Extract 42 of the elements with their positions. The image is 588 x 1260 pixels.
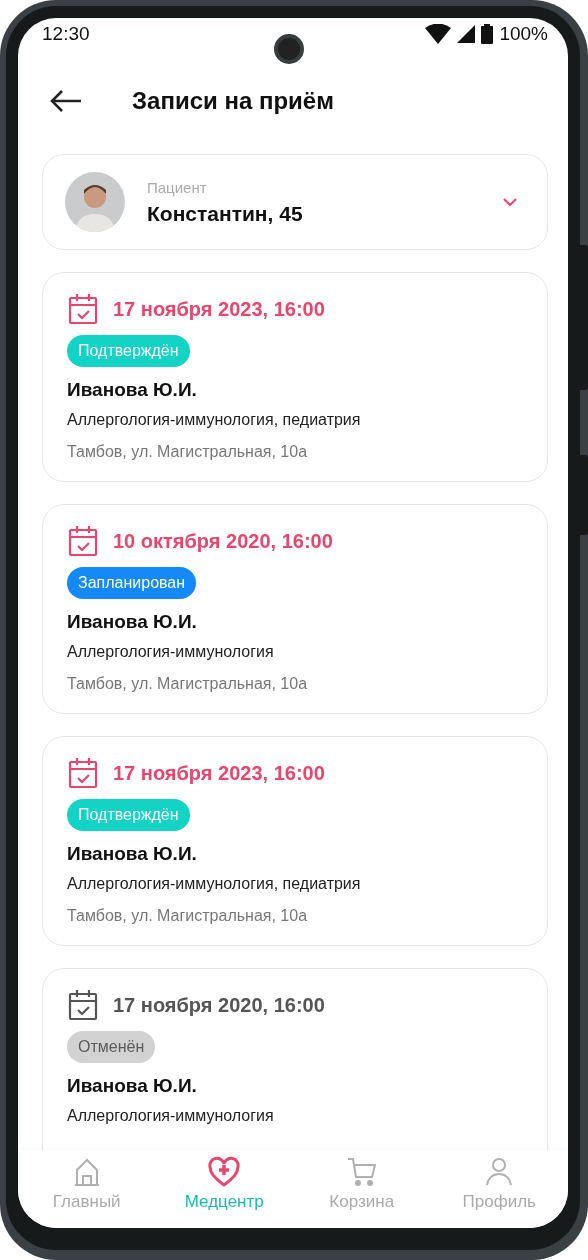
clinic-address: Тамбов, ул. Магистральная, 10а — [67, 675, 309, 693]
avatar — [65, 172, 125, 232]
camera-icon — [274, 34, 304, 64]
battery-level: 100% — [499, 23, 548, 45]
patient-label: Пациент — [147, 178, 208, 196]
back-arrow-icon[interactable] — [50, 90, 82, 112]
appointment-card[interactable]: 10 октября 2020, 16:00 Запланирован Иванова Ю.И. Аллергология-иммунология Тамбов, ул. Магистральная, 10а — [42, 504, 548, 714]
status-badge: Подтверждён — [67, 335, 190, 367]
calendar-icon — [67, 293, 99, 325]
wifi-icon — [425, 24, 452, 44]
cart-icon — [345, 1156, 378, 1188]
appointment-date: 10 октября 2020, 16:00 — [113, 529, 333, 553]
specialty: Аллергология-иммунология, педиатрия — [67, 411, 362, 429]
clinic-address: Тамбов, ул. Магистральная, 10а — [67, 907, 309, 925]
appointment-card[interactable]: 17 ноября 2023, 16:00 Подтверждён Иванова Ю.И. Аллергология-иммунология, педиатрия Тамбов, ул. Магистральная, 10а — [42, 272, 548, 482]
appointment-date: 17 ноября 2023, 16:00 — [113, 297, 325, 321]
specialty: Аллергология-иммунология, педиатрия — [67, 875, 362, 893]
patient-name: Константин, 45 — [147, 201, 304, 226]
doctor-name: Иванова Ю.И. — [67, 611, 198, 633]
status-badge: Отменён — [67, 1031, 156, 1063]
calendar-icon — [67, 757, 99, 789]
patient-selector[interactable]: Пациент Константин, 45 — [42, 154, 548, 250]
calendar-icon — [67, 525, 99, 557]
status-badge: Подтверждён — [67, 799, 190, 831]
signal-icon — [457, 25, 476, 43]
appointment-card[interactable]: 17 ноября 2020, 16:00 Отменён Иванова Ю.И. Аллергология-иммунология — [42, 968, 548, 1150]
status-time: 12:30 — [42, 23, 90, 45]
doctor-name: Иванова Ю.И. — [67, 1075, 198, 1097]
battery-icon — [481, 24, 494, 44]
appointment-card[interactable]: 17 ноября 2023, 16:00 Подтверждён Иванова Ю.И. Аллергология-иммунология, педиатрия Тамбов, ул. Магистральная, 10а — [42, 736, 548, 946]
clinic-address: Тамбов, ул. Магистральная, 10а — [67, 443, 309, 461]
heart-plus-icon — [208, 1156, 241, 1188]
doctor-name: Иванова Ю.И. — [67, 843, 198, 865]
calendar-icon — [67, 989, 99, 1021]
chevron-down-icon — [503, 197, 517, 207]
status-badge: Запланирован — [67, 567, 197, 599]
specialty: Аллергология-иммунология — [67, 643, 275, 661]
doctor-name: Иванова Ю.И. — [67, 379, 198, 401]
appointment-date: 17 ноября 2020, 16:00 — [113, 993, 325, 1017]
appointment-date: 17 ноября 2023, 16:00 — [113, 761, 325, 785]
page-title: Записи на приём — [132, 87, 334, 115]
specialty: Аллергология-иммунология — [67, 1107, 275, 1125]
